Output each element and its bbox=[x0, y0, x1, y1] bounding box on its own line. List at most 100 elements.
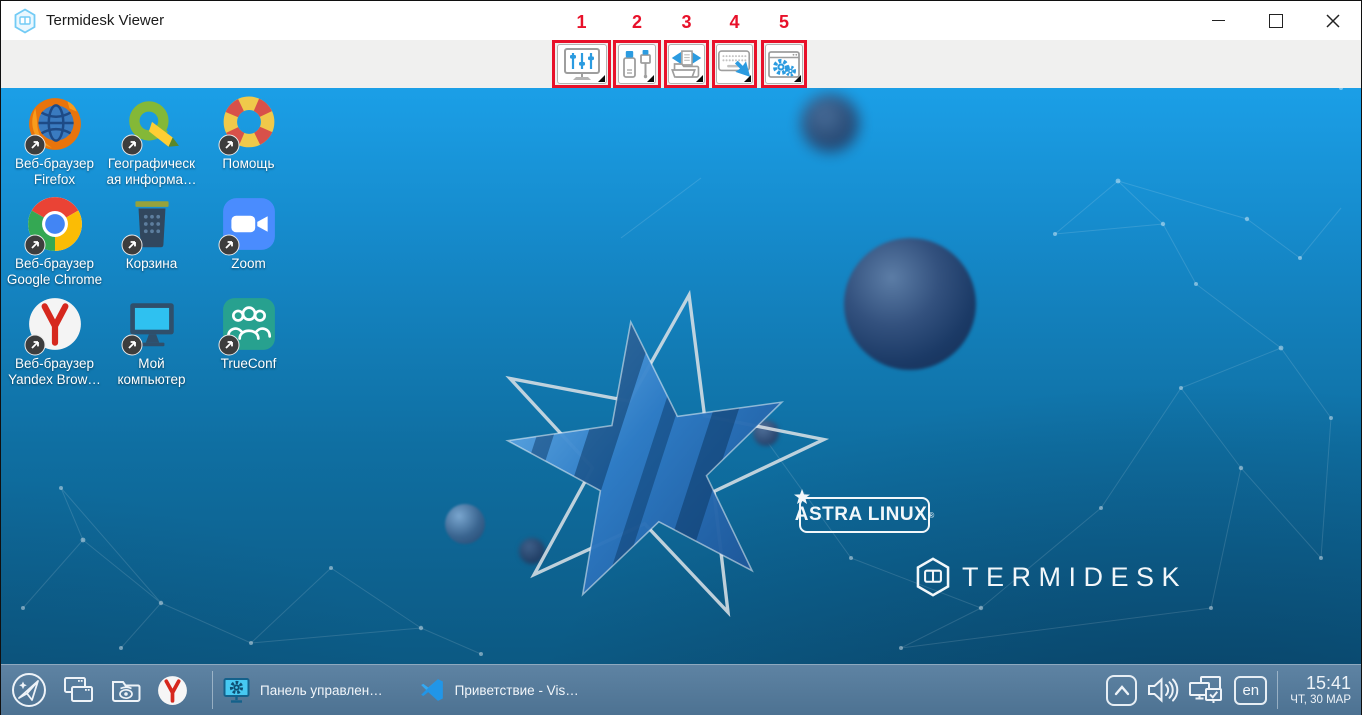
termidesk-watermark: TERMIDESK bbox=[914, 556, 1187, 598]
icon-label: Веб-браузер Yandex Brow… bbox=[8, 356, 101, 388]
astra-linux-wallpaper-badge: ASTRA LINUX® bbox=[799, 497, 930, 533]
dropdown-arrow-icon bbox=[744, 75, 751, 82]
termidesk-logo-icon bbox=[914, 556, 952, 598]
annotation-number-1: 1 bbox=[549, 12, 614, 33]
icon-label: Веб-браузер Firefox bbox=[15, 156, 94, 188]
shortcut-arrow-icon bbox=[24, 334, 46, 356]
window-title: Termidesk Viewer bbox=[46, 12, 164, 29]
astra-star-graphic bbox=[469, 270, 841, 662]
termidesk-watermark-text: TERMIDESK bbox=[962, 562, 1187, 593]
dropdown-arrow-icon bbox=[696, 75, 703, 82]
keyboard-input-button[interactable] bbox=[716, 44, 753, 84]
speaker-icon bbox=[1146, 675, 1179, 705]
icon-label: Zoom bbox=[231, 256, 266, 272]
desktop-icon-trueconf[interactable]: TrueConf bbox=[200, 295, 297, 395]
layout-code: en bbox=[1242, 682, 1259, 699]
task-label: Приветствие - Vis… bbox=[455, 683, 579, 698]
desktop-icon-zoom[interactable]: Zoom bbox=[200, 195, 297, 295]
annotation-number-2: 2 bbox=[610, 12, 664, 33]
astra-start-button[interactable] bbox=[11, 672, 47, 708]
astra-start-icon bbox=[11, 672, 47, 708]
file-manager-button[interactable] bbox=[109, 674, 143, 706]
dropdown-arrow-icon bbox=[598, 75, 605, 82]
clock-date: ЧТ, 30 МАР bbox=[1290, 694, 1351, 707]
icon-label: Географическ ая информа… bbox=[107, 156, 197, 188]
desktop-icon-chrome[interactable]: Веб-браузер Google Chrome bbox=[6, 195, 103, 295]
clock-time: 15:41 bbox=[1290, 673, 1351, 693]
window-controls bbox=[1190, 1, 1361, 40]
clock[interactable]: 15:41 ЧТ, 30 МАР bbox=[1290, 673, 1351, 706]
maximize-icon bbox=[1269, 14, 1283, 28]
control-panel-icon bbox=[223, 677, 250, 704]
annotation-box-4: 4 bbox=[712, 40, 757, 88]
icon-label: Корзина bbox=[126, 256, 177, 272]
icon-label: TrueConf bbox=[221, 356, 277, 372]
desktop-icon-yandex[interactable]: Веб-браузер Yandex Brow… bbox=[6, 295, 103, 395]
shortcut-arrow-icon bbox=[121, 234, 143, 256]
taskbar: Панель управлен… Приветствие - Vis… bbox=[1, 664, 1361, 715]
maximize-button[interactable] bbox=[1247, 1, 1304, 40]
dropdown-arrow-icon bbox=[794, 75, 801, 82]
termidesk-app-icon bbox=[13, 8, 37, 34]
icon-label: Помощь bbox=[222, 156, 274, 172]
file-transfer-button[interactable] bbox=[668, 44, 705, 84]
blue-sphere-large bbox=[844, 238, 976, 370]
desktop-icon-qgis[interactable]: Географическ ая информа… bbox=[103, 95, 200, 195]
icon-label: Веб-браузер Google Chrome bbox=[7, 256, 102, 288]
vscode-icon bbox=[419, 677, 445, 703]
annotation-box-5: 5 bbox=[761, 40, 807, 88]
window-switcher-button[interactable] bbox=[60, 674, 96, 706]
annotation-box-1: 1 bbox=[552, 40, 611, 88]
shortcut-arrow-icon bbox=[24, 234, 46, 256]
blurred-sphere-small bbox=[801, 94, 859, 152]
remote-desktop-view[interactable]: ASTRA LINUX® TERMIDESK bbox=[1, 88, 1361, 664]
annotation-box-3: 3 bbox=[664, 40, 709, 88]
viewer-toolbar: 1 2 bbox=[1, 40, 1361, 88]
shortcut-arrow-icon bbox=[218, 234, 240, 256]
yandex-browser-icon bbox=[156, 674, 189, 707]
display-settings-icon bbox=[563, 47, 601, 81]
annotation-box-2: 2 bbox=[613, 40, 661, 88]
window-switcher-icon bbox=[60, 674, 96, 706]
registered-mark: ® bbox=[928, 511, 934, 520]
shortcut-arrow-icon bbox=[121, 334, 143, 356]
annotation-number-3: 3 bbox=[661, 12, 712, 33]
volume-button[interactable] bbox=[1146, 675, 1179, 705]
usb-redirect-button[interactable] bbox=[618, 44, 656, 84]
desktop-icon-grid: Веб-браузер Firefox Географическ ая и bbox=[6, 95, 297, 395]
tray-separator bbox=[1277, 671, 1278, 709]
minimize-button[interactable] bbox=[1190, 1, 1247, 40]
taskbar-separator bbox=[212, 671, 213, 709]
connected-displays-icon bbox=[1188, 675, 1225, 706]
annotation-number-5: 5 bbox=[758, 12, 810, 33]
desktop-icon-help[interactable]: Помощь bbox=[200, 95, 297, 195]
desktop-icon-trash[interactable]: Корзина bbox=[103, 195, 200, 295]
annotation-number-4: 4 bbox=[709, 12, 760, 33]
system-tray: en 15:41 ЧТ, 30 МАР bbox=[1106, 671, 1351, 709]
termidesk-viewer-window: Termidesk Viewer 1 bbox=[0, 0, 1362, 715]
close-icon bbox=[1326, 14, 1340, 28]
task-control-panel[interactable]: Панель управлен… bbox=[223, 677, 383, 704]
shortcut-arrow-icon bbox=[218, 134, 240, 156]
shortcut-arrow-icon bbox=[218, 334, 240, 356]
task-label: Панель управлен… bbox=[260, 683, 383, 698]
tray-expand-button[interactable] bbox=[1106, 675, 1137, 706]
shortcut-arrow-icon bbox=[121, 134, 143, 156]
astra-badge-text: ASTRA LINUX bbox=[795, 504, 928, 526]
keyboard-layout-indicator[interactable]: en bbox=[1234, 676, 1267, 705]
desktop-icon-my-computer[interactable]: Мой компьютер bbox=[103, 295, 200, 395]
task-vscode[interactable]: Приветствие - Vis… bbox=[419, 677, 579, 703]
minimize-icon bbox=[1212, 20, 1225, 21]
close-button[interactable] bbox=[1304, 1, 1361, 40]
display-settings-button[interactable] bbox=[557, 44, 607, 84]
chevron-up-icon bbox=[1113, 683, 1131, 697]
dropdown-arrow-icon bbox=[647, 75, 654, 82]
yandex-browser-taskbar-button[interactable] bbox=[156, 674, 189, 707]
session-settings-button[interactable] bbox=[765, 44, 803, 84]
shortcut-arrow-icon bbox=[24, 134, 46, 156]
network-displays-button[interactable] bbox=[1188, 675, 1225, 706]
icon-label: Мой компьютер bbox=[117, 356, 185, 388]
desktop-icon-firefox[interactable]: Веб-браузер Firefox bbox=[6, 95, 103, 195]
file-manager-eye-icon bbox=[109, 674, 143, 706]
astra-star-icon bbox=[793, 488, 811, 506]
